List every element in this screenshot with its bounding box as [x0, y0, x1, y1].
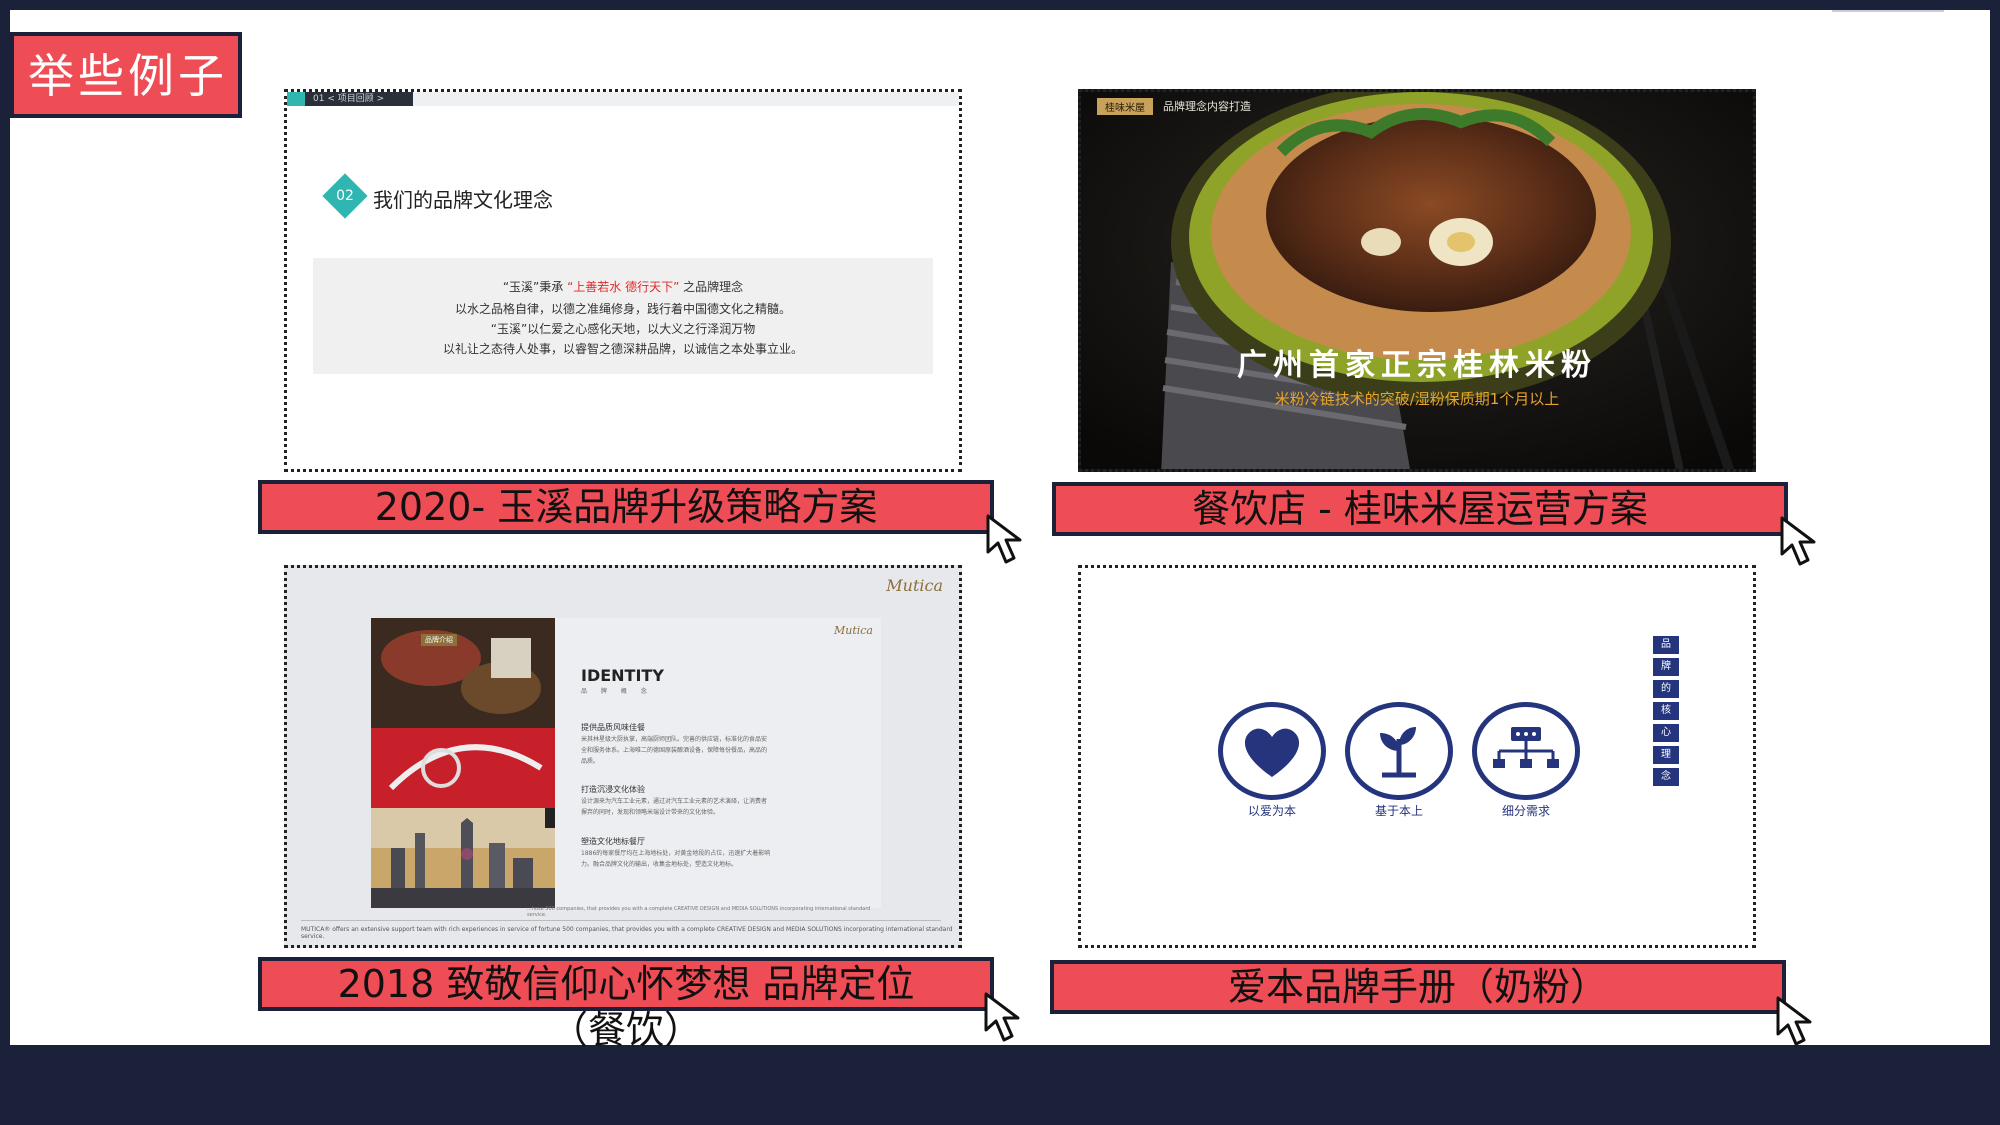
top-right-rule — [1832, 10, 1944, 12]
vertical-title-char: 心 — [1653, 724, 1679, 742]
card-label-text: 2020- 玉溪品牌升级策略方案 — [374, 485, 878, 529]
tab-accent — [287, 92, 305, 106]
slide-title-tag: 举些例子 — [10, 32, 242, 118]
slide-tab-bar: 01 < 项目回顾 > — [287, 92, 959, 106]
pointer-cursor-icon — [984, 992, 1020, 1042]
icon-caption: 细分需求 — [1501, 804, 1550, 818]
heart-icon — [1218, 702, 1326, 800]
philosophy-line: 以礼让之态待人处事，以睿智之德深耕品牌，以诚信之本处事立业。 — [442, 342, 803, 356]
philosophy-line: “玉溪”以仁爱之心感化天地，以大义之行泽润万物 — [490, 322, 756, 336]
vertical-title-char: 牌 — [1653, 658, 1679, 676]
philosophy-box: “玉溪”秉承 “上善若水 德行天下” 之品牌理念 以水之品格自律，以德之准绳修身… — [313, 258, 933, 374]
card-label-aiben[interactable]: 爱本品牌手册（奶粉） — [1050, 960, 1786, 1014]
brand-logo: Mutica — [886, 576, 943, 595]
inner-page: 品牌介绍 Mutica IDENTITY 品 牌 概 念 提供品质风味佳餐 米其… — [371, 618, 881, 918]
section-text: 设计源来为汽车工业元素，通过对汽车工业元素的艺术演绎，让消费者摒弃的同时，发现和… — [581, 798, 768, 816]
card-label-guiwei[interactable]: 餐饮店 - 桂味米屋运营方案 — [1052, 482, 1788, 536]
vertical-title-char: 的 — [1653, 680, 1679, 698]
footer-text: MUTICA® offers an extensive support team… — [301, 926, 953, 940]
section-title: 打造沉浸文化体验 — [581, 785, 645, 794]
sprout-icon — [1345, 702, 1453, 800]
card-label-mutica[interactable]: 2018 致敬信仰心怀梦想 品牌定位（餐饮） — [258, 957, 994, 1052]
icon-caption: 基于本上 — [1374, 804, 1423, 818]
vertical-title-char: 念 — [1653, 768, 1679, 786]
card-yuxi-thumbnail[interactable]: 01 < 项目回顾 > 02 我们的品牌文化理念 “玉溪”秉承 “上善若水 德行… — [284, 89, 962, 472]
card-label-text: 爱本品牌手册（奶粉） — [1227, 965, 1608, 1009]
brand-note: 品牌理念内容打造 — [1163, 100, 1251, 113]
section-text: 米其林星级大厨执掌，高端厨师团队。完善的供应链，标准化的食品安全和服务体系。上海… — [581, 736, 768, 765]
section-number: 02 — [336, 188, 354, 204]
brand-badge: 桂味米屋 — [1097, 98, 1153, 115]
card-label-yuxi[interactable]: 2020- 玉溪品牌升级策略方案 — [258, 480, 994, 534]
identity-title: IDENTITY — [581, 666, 664, 685]
footer-rule — [301, 920, 941, 921]
section-tab: 01 < 项目回顾 > — [305, 92, 413, 106]
page-tag: 品牌介绍 — [421, 634, 457, 646]
philosophy-line: “玉溪”秉承 “上善若水 德行天下” 之品牌理念 — [502, 280, 744, 294]
section-heading: 我们的品牌文化理念 — [373, 188, 553, 212]
philosophy-line: 以水之品格自律，以德之准绳修身，践行着中国德文化之精髓。 — [454, 302, 791, 316]
vertical-title-char: 核 — [1653, 702, 1679, 720]
card-mutica-thumbnail[interactable]: Mutica 品牌介绍 Mutica IDENTITY 品 牌 概 念 提供品质… — [284, 565, 962, 948]
card-label-text: 餐饮店 - 桂味米屋运营方案 — [1192, 487, 1648, 531]
card-aiben-thumbnail[interactable]: 以爱为本 基于本上 细分需求 品 牌 的 核 心 理 念 — [1078, 565, 1756, 948]
noodle-bowl-photo — [1081, 92, 1753, 469]
section-text: 1886的每家餐厅均在上海地标处，对黄金地段的占位，迅速扩大着影响力。融合品牌文… — [581, 850, 771, 868]
section-title: 塑造文化地标餐厅 — [581, 837, 645, 846]
identity-subtitle: 品 牌 概 念 — [581, 688, 653, 695]
card-guiwei-thumbnail[interactable]: 桂味米屋 品牌理念内容打造 广州首家正宗桂林米粉 米粉冷链技术的突破/湿粉保质期… — [1078, 89, 1756, 472]
section-title: 提供品质风味佳餐 — [581, 723, 645, 732]
page-footer: ...hose 500 companies, that provides you… — [527, 906, 871, 918]
org-chart-icon — [1472, 702, 1580, 800]
pointer-cursor-icon — [1780, 516, 1816, 566]
pointer-cursor-icon — [986, 514, 1022, 564]
vertical-title-char: 理 — [1653, 746, 1679, 764]
headline: 广州首家正宗桂林米粉 — [1237, 348, 1597, 383]
icon-caption: 以爱为本 — [1247, 804, 1296, 818]
page-logo: Mutica — [833, 624, 873, 637]
collage-photo — [371, 618, 555, 908]
pointer-cursor-icon — [1776, 996, 1812, 1046]
top-frame-strip — [0, 0, 2000, 10]
subheadline: 米粉冷链技术的突破/湿粉保质期1个月以上 — [1274, 390, 1560, 408]
vertical-title-char: 品 — [1653, 636, 1679, 654]
slide-title: 举些例子 — [28, 49, 228, 103]
